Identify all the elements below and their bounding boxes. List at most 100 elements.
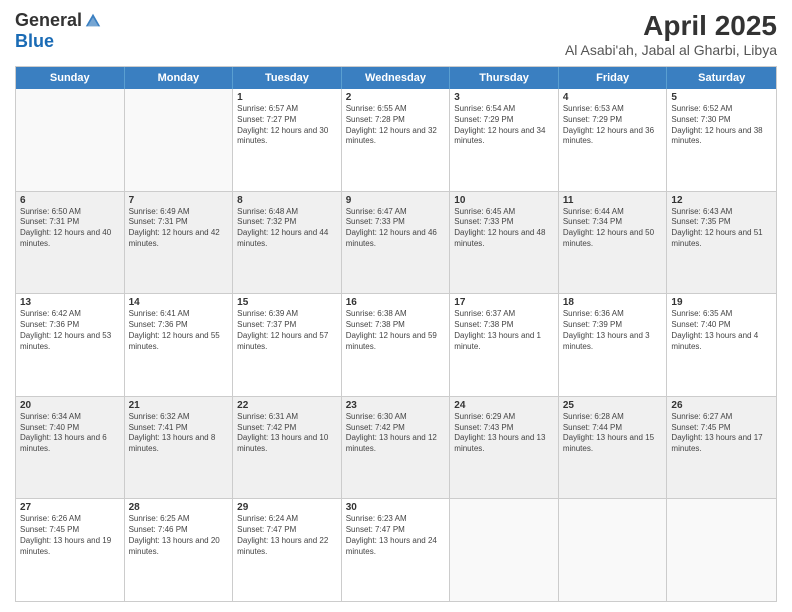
day-info: Sunrise: 6:55 AM Sunset: 7:28 PM Dayligh…	[346, 104, 446, 147]
day-cell-18: 18Sunrise: 6:36 AM Sunset: 7:39 PM Dayli…	[559, 294, 668, 396]
day-number: 7	[129, 195, 229, 206]
logo-blue: Blue	[15, 31, 54, 52]
day-number: 11	[563, 195, 663, 206]
header-day-thursday: Thursday	[450, 67, 559, 89]
day-info: Sunrise: 6:39 AM Sunset: 7:37 PM Dayligh…	[237, 309, 337, 352]
calendar: SundayMondayTuesdayWednesdayThursdayFrid…	[15, 66, 777, 602]
day-info: Sunrise: 6:26 AM Sunset: 7:45 PM Dayligh…	[20, 514, 120, 557]
day-cell-29: 29Sunrise: 6:24 AM Sunset: 7:47 PM Dayli…	[233, 499, 342, 601]
day-number: 13	[20, 297, 120, 308]
day-number: 30	[346, 502, 446, 513]
day-info: Sunrise: 6:31 AM Sunset: 7:42 PM Dayligh…	[237, 412, 337, 455]
day-info: Sunrise: 6:43 AM Sunset: 7:35 PM Dayligh…	[671, 207, 772, 250]
day-cell-13: 13Sunrise: 6:42 AM Sunset: 7:36 PM Dayli…	[16, 294, 125, 396]
header-day-friday: Friday	[559, 67, 668, 89]
day-cell-20: 20Sunrise: 6:34 AM Sunset: 7:40 PM Dayli…	[16, 397, 125, 499]
day-info: Sunrise: 6:41 AM Sunset: 7:36 PM Dayligh…	[129, 309, 229, 352]
week-row-4: 20Sunrise: 6:34 AM Sunset: 7:40 PM Dayli…	[16, 397, 776, 500]
day-info: Sunrise: 6:45 AM Sunset: 7:33 PM Dayligh…	[454, 207, 554, 250]
day-cell-21: 21Sunrise: 6:32 AM Sunset: 7:41 PM Dayli…	[125, 397, 234, 499]
day-cell-27: 27Sunrise: 6:26 AM Sunset: 7:45 PM Dayli…	[16, 499, 125, 601]
day-cell-1: 1Sunrise: 6:57 AM Sunset: 7:27 PM Daylig…	[233, 89, 342, 191]
day-info: Sunrise: 6:57 AM Sunset: 7:27 PM Dayligh…	[237, 104, 337, 147]
day-info: Sunrise: 6:50 AM Sunset: 7:31 PM Dayligh…	[20, 207, 120, 250]
day-info: Sunrise: 6:28 AM Sunset: 7:44 PM Dayligh…	[563, 412, 663, 455]
day-number: 22	[237, 400, 337, 411]
week-row-1: 1Sunrise: 6:57 AM Sunset: 7:27 PM Daylig…	[16, 89, 776, 192]
header-day-sunday: Sunday	[16, 67, 125, 89]
day-info: Sunrise: 6:32 AM Sunset: 7:41 PM Dayligh…	[129, 412, 229, 455]
day-info: Sunrise: 6:38 AM Sunset: 7:38 PM Dayligh…	[346, 309, 446, 352]
day-cell-17: 17Sunrise: 6:37 AM Sunset: 7:38 PM Dayli…	[450, 294, 559, 396]
day-cell-7: 7Sunrise: 6:49 AM Sunset: 7:31 PM Daylig…	[125, 192, 234, 294]
day-cell-10: 10Sunrise: 6:45 AM Sunset: 7:33 PM Dayli…	[450, 192, 559, 294]
day-info: Sunrise: 6:30 AM Sunset: 7:42 PM Dayligh…	[346, 412, 446, 455]
day-number: 10	[454, 195, 554, 206]
day-number: 6	[20, 195, 120, 206]
day-number: 9	[346, 195, 446, 206]
day-cell-12: 12Sunrise: 6:43 AM Sunset: 7:35 PM Dayli…	[667, 192, 776, 294]
day-info: Sunrise: 6:24 AM Sunset: 7:47 PM Dayligh…	[237, 514, 337, 557]
day-cell-28: 28Sunrise: 6:25 AM Sunset: 7:46 PM Dayli…	[125, 499, 234, 601]
day-info: Sunrise: 6:48 AM Sunset: 7:32 PM Dayligh…	[237, 207, 337, 250]
day-number: 26	[671, 400, 772, 411]
day-cell-23: 23Sunrise: 6:30 AM Sunset: 7:42 PM Dayli…	[342, 397, 451, 499]
header-day-monday: Monday	[125, 67, 234, 89]
week-row-3: 13Sunrise: 6:42 AM Sunset: 7:36 PM Dayli…	[16, 294, 776, 397]
empty-cell	[16, 89, 125, 191]
day-info: Sunrise: 6:53 AM Sunset: 7:29 PM Dayligh…	[563, 104, 663, 147]
day-cell-26: 26Sunrise: 6:27 AM Sunset: 7:45 PM Dayli…	[667, 397, 776, 499]
main-title: April 2025	[565, 10, 777, 42]
logo-icon	[84, 12, 102, 30]
day-cell-24: 24Sunrise: 6:29 AM Sunset: 7:43 PM Dayli…	[450, 397, 559, 499]
day-info: Sunrise: 6:37 AM Sunset: 7:38 PM Dayligh…	[454, 309, 554, 352]
subtitle: Al Asabi'ah, Jabal al Gharbi, Libya	[565, 42, 777, 58]
day-number: 2	[346, 92, 446, 103]
day-number: 17	[454, 297, 554, 308]
week-row-5: 27Sunrise: 6:26 AM Sunset: 7:45 PM Dayli…	[16, 499, 776, 601]
header-day-wednesday: Wednesday	[342, 67, 451, 89]
day-number: 23	[346, 400, 446, 411]
empty-cell	[667, 499, 776, 601]
calendar-body: 1Sunrise: 6:57 AM Sunset: 7:27 PM Daylig…	[16, 89, 776, 601]
day-info: Sunrise: 6:54 AM Sunset: 7:29 PM Dayligh…	[454, 104, 554, 147]
day-number: 1	[237, 92, 337, 103]
empty-cell	[450, 499, 559, 601]
day-number: 3	[454, 92, 554, 103]
day-number: 19	[671, 297, 772, 308]
day-number: 29	[237, 502, 337, 513]
day-number: 8	[237, 195, 337, 206]
title-block: April 2025 Al Asabi'ah, Jabal al Gharbi,…	[565, 10, 777, 58]
day-cell-14: 14Sunrise: 6:41 AM Sunset: 7:36 PM Dayli…	[125, 294, 234, 396]
day-cell-25: 25Sunrise: 6:28 AM Sunset: 7:44 PM Dayli…	[559, 397, 668, 499]
day-number: 4	[563, 92, 663, 103]
day-info: Sunrise: 6:35 AM Sunset: 7:40 PM Dayligh…	[671, 309, 772, 352]
day-cell-15: 15Sunrise: 6:39 AM Sunset: 7:37 PM Dayli…	[233, 294, 342, 396]
day-cell-11: 11Sunrise: 6:44 AM Sunset: 7:34 PM Dayli…	[559, 192, 668, 294]
day-number: 5	[671, 92, 772, 103]
day-info: Sunrise: 6:42 AM Sunset: 7:36 PM Dayligh…	[20, 309, 120, 352]
day-cell-6: 6Sunrise: 6:50 AM Sunset: 7:31 PM Daylig…	[16, 192, 125, 294]
day-number: 28	[129, 502, 229, 513]
day-cell-5: 5Sunrise: 6:52 AM Sunset: 7:30 PM Daylig…	[667, 89, 776, 191]
day-cell-4: 4Sunrise: 6:53 AM Sunset: 7:29 PM Daylig…	[559, 89, 668, 191]
day-number: 27	[20, 502, 120, 513]
day-number: 20	[20, 400, 120, 411]
week-row-2: 6Sunrise: 6:50 AM Sunset: 7:31 PM Daylig…	[16, 192, 776, 295]
day-info: Sunrise: 6:47 AM Sunset: 7:33 PM Dayligh…	[346, 207, 446, 250]
day-number: 12	[671, 195, 772, 206]
day-info: Sunrise: 6:23 AM Sunset: 7:47 PM Dayligh…	[346, 514, 446, 557]
day-number: 14	[129, 297, 229, 308]
header-day-tuesday: Tuesday	[233, 67, 342, 89]
day-info: Sunrise: 6:36 AM Sunset: 7:39 PM Dayligh…	[563, 309, 663, 352]
day-cell-30: 30Sunrise: 6:23 AM Sunset: 7:47 PM Dayli…	[342, 499, 451, 601]
day-info: Sunrise: 6:44 AM Sunset: 7:34 PM Dayligh…	[563, 207, 663, 250]
day-number: 21	[129, 400, 229, 411]
day-info: Sunrise: 6:49 AM Sunset: 7:31 PM Dayligh…	[129, 207, 229, 250]
empty-cell	[125, 89, 234, 191]
day-number: 18	[563, 297, 663, 308]
day-cell-3: 3Sunrise: 6:54 AM Sunset: 7:29 PM Daylig…	[450, 89, 559, 191]
day-number: 16	[346, 297, 446, 308]
header-day-saturday: Saturday	[667, 67, 776, 89]
day-cell-22: 22Sunrise: 6:31 AM Sunset: 7:42 PM Dayli…	[233, 397, 342, 499]
